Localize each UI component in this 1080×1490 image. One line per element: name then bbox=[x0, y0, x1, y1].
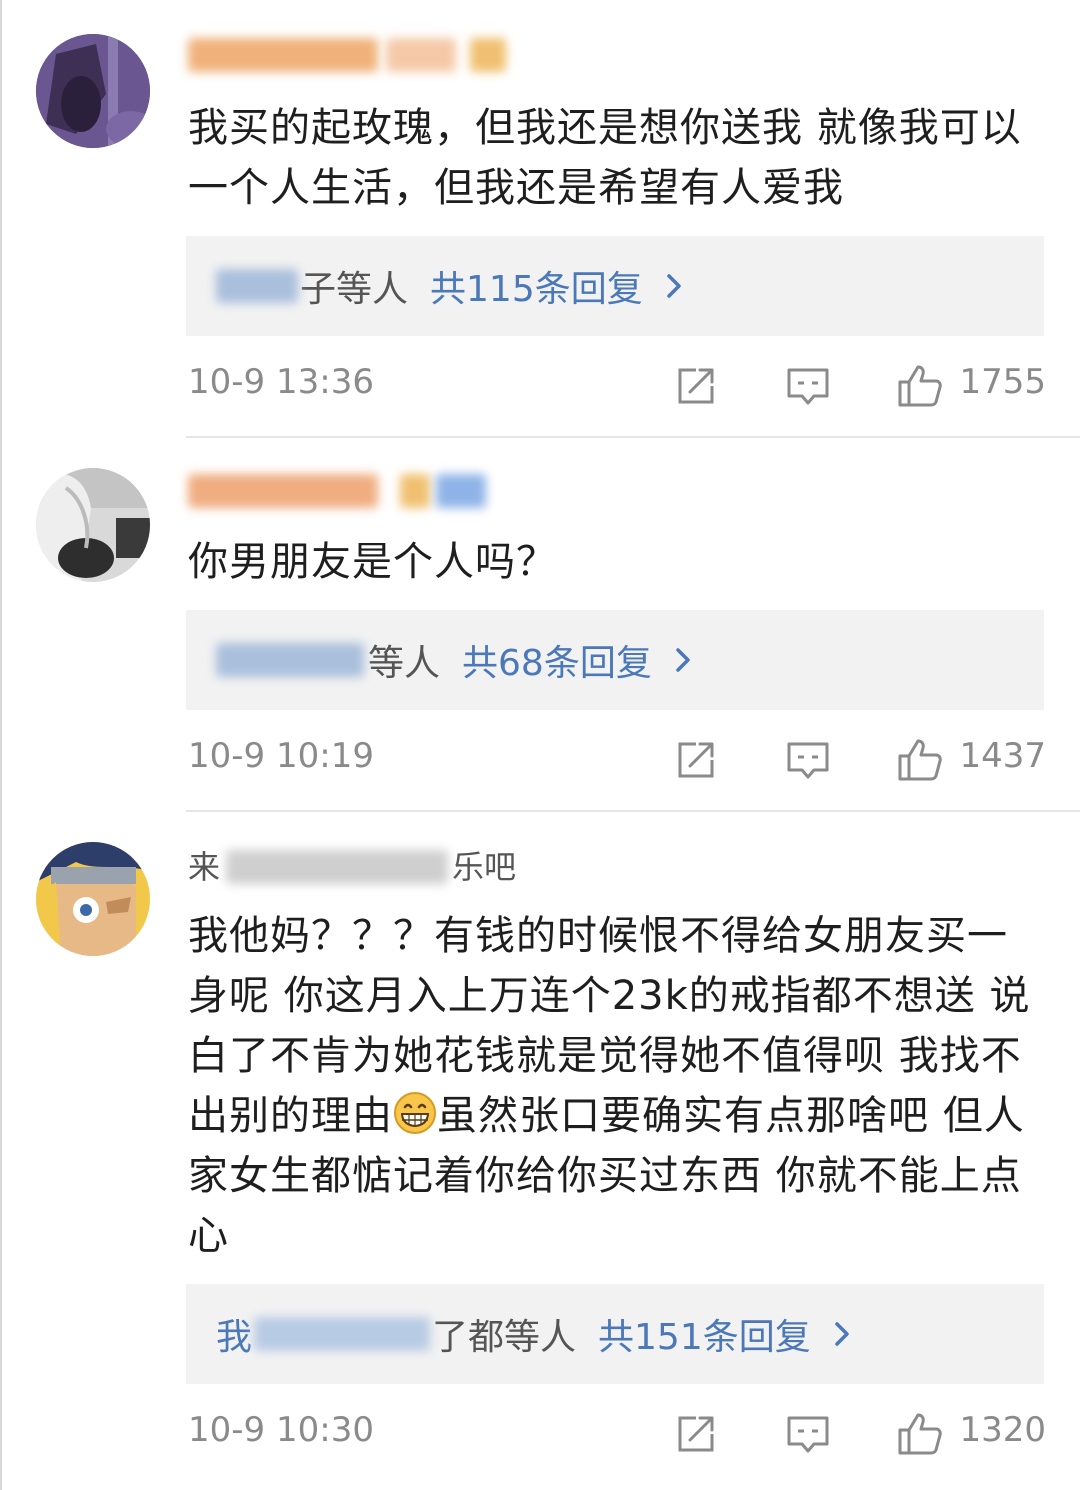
reply-names: 我 了都等人 bbox=[216, 1308, 576, 1360]
reply-name-redacted bbox=[216, 643, 364, 677]
grinning-emoji-icon bbox=[394, 1092, 436, 1134]
timestamp: 10-9 10:30 bbox=[188, 1410, 374, 1450]
reply-names-suffix: 了都等人 bbox=[432, 1317, 577, 1358]
replies-preview[interactable]: 我 了都等人 共151条回复 bbox=[186, 1284, 1044, 1384]
like-count: 1320 bbox=[959, 1410, 1046, 1450]
comment-text: 你男朋友是个人吗？ bbox=[188, 539, 557, 585]
reply-names: 等人 bbox=[216, 634, 440, 686]
left-edge-rule bbox=[0, 0, 2, 1490]
reply-count[interactable]: 共151条回复 bbox=[598, 1308, 811, 1360]
replies-preview[interactable]: 等人 共68条回复 bbox=[186, 610, 1044, 710]
badge-redacted bbox=[436, 474, 486, 508]
reply-names-suffix: 等人 bbox=[368, 643, 441, 684]
like-thumb-icon[interactable] bbox=[896, 362, 944, 410]
username-row[interactable] bbox=[188, 466, 486, 516]
comment-icon[interactable] bbox=[784, 362, 832, 410]
username-row[interactable]: 来 乐吧 bbox=[188, 842, 516, 892]
like-thumb-icon[interactable] bbox=[896, 736, 944, 784]
comment-text: 我他妈？？？有钱的时候恨不得给女朋友买一身呢 你这月入上万连个23k的戒指都不想… bbox=[188, 906, 1048, 1266]
avatar[interactable] bbox=[36, 842, 150, 956]
comment-meta: 10-9 13:36 1755 bbox=[188, 356, 1046, 416]
reply-name-redacted bbox=[254, 1317, 431, 1351]
comment-icon[interactable] bbox=[784, 1410, 832, 1458]
replies-preview[interactable]: 子等人 共115条回复 bbox=[186, 236, 1044, 336]
comment-text: 我买的起玫瑰，但我还是想你送我 就像我可以一个人生活，但我还是希望有人爱我 bbox=[188, 105, 1022, 211]
reply-names: 子等人 bbox=[216, 260, 408, 312]
reply-name-redacted bbox=[216, 269, 298, 303]
username-redacted bbox=[226, 850, 449, 884]
like-count: 1437 bbox=[959, 736, 1046, 776]
username-prefix: 来 bbox=[188, 848, 221, 886]
reply-count[interactable]: 共68条回复 bbox=[462, 634, 652, 686]
username-redacted bbox=[188, 38, 378, 72]
reply-names-prefix: 我 bbox=[216, 1317, 253, 1358]
badge-redacted bbox=[470, 38, 506, 72]
badge-redacted bbox=[400, 474, 430, 508]
timestamp: 10-9 10:19 bbox=[188, 736, 374, 776]
chevron-right-icon bbox=[835, 1322, 849, 1346]
reply-count[interactable]: 共115条回复 bbox=[430, 260, 643, 312]
username-redacted bbox=[188, 474, 378, 508]
repost-icon[interactable] bbox=[672, 736, 720, 784]
chevron-right-icon bbox=[676, 648, 690, 672]
avatar[interactable] bbox=[36, 468, 150, 582]
comment-icon[interactable] bbox=[784, 736, 832, 784]
divider bbox=[186, 810, 1080, 812]
divider bbox=[186, 436, 1080, 438]
username-redacted bbox=[386, 38, 456, 72]
chevron-right-icon bbox=[666, 274, 681, 298]
repost-icon[interactable] bbox=[672, 1410, 720, 1458]
reply-names-suffix: 子等人 bbox=[300, 269, 409, 310]
comment-meta: 10-9 10:19 1437 bbox=[188, 730, 1046, 790]
repost-icon[interactable] bbox=[672, 362, 720, 410]
like-count: 1755 bbox=[959, 362, 1046, 402]
username-row[interactable] bbox=[188, 30, 506, 80]
timestamp: 10-9 13:36 bbox=[188, 362, 374, 402]
comment-meta: 10-9 10:30 1320 bbox=[188, 1404, 1046, 1464]
like-thumb-icon[interactable] bbox=[896, 1410, 944, 1458]
avatar[interactable] bbox=[36, 34, 150, 148]
username-suffix: 乐吧 bbox=[452, 848, 517, 886]
